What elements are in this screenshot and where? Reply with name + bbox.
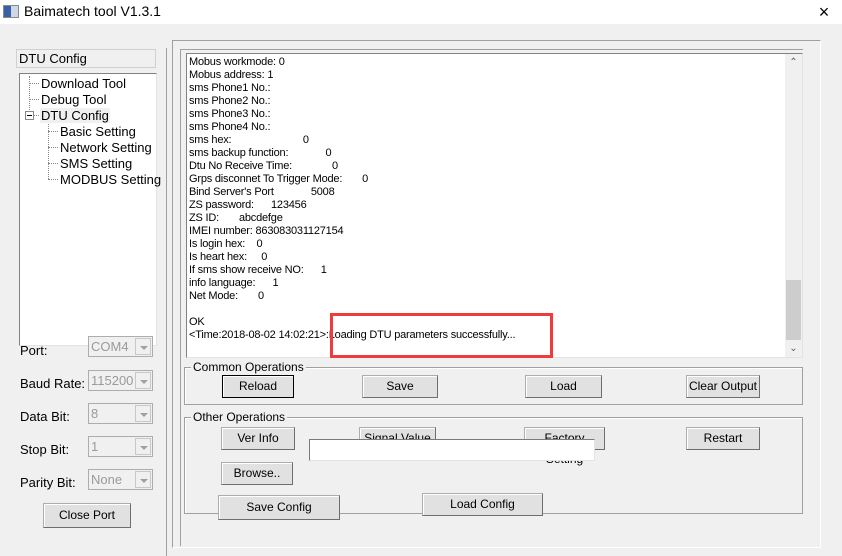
parity-bit-select[interactable]: None bbox=[88, 469, 153, 490]
tree-connector bbox=[48, 147, 58, 148]
baud-rate-label: Baud Rate: bbox=[20, 376, 86, 391]
output-line: Is login hex: 0 bbox=[189, 238, 263, 250]
other-operations-title: Other Operations bbox=[191, 410, 288, 424]
restart-button[interactable]: Restart bbox=[686, 427, 760, 450]
tree-item-modbus-setting[interactable]: MODBUS Setting bbox=[60, 172, 161, 187]
tree-item-network-setting[interactable]: Network Setting bbox=[60, 140, 152, 155]
navigation-tree[interactable]: Download Tool Debug Tool DTU Config Basi… bbox=[19, 73, 161, 346]
tree-item-debug-tool[interactable]: Debug Tool bbox=[41, 92, 107, 107]
output-line: Grps disconnet To Trigger Mode: 0 bbox=[189, 173, 369, 185]
chevron-down-icon[interactable] bbox=[135, 338, 151, 355]
output-line: IMEI number: 863083031127154 bbox=[189, 225, 344, 237]
tree-connector bbox=[48, 131, 58, 132]
close-port-button[interactable]: Close Port bbox=[43, 503, 131, 528]
stop-bit-label: Stop Bit: bbox=[20, 442, 70, 457]
tree-connector bbox=[29, 99, 39, 100]
port-label: Port: bbox=[20, 343, 48, 358]
stop-bit-value: 1 bbox=[91, 439, 99, 454]
output-line: sms hex: 0 bbox=[189, 134, 309, 146]
output-line: sms Phone3 No.: bbox=[189, 108, 271, 120]
output-line: Net Mode: 0 bbox=[189, 290, 264, 302]
tree-item-download-tool[interactable]: Download Tool bbox=[41, 76, 126, 91]
data-bit-value: 8 bbox=[91, 406, 99, 421]
output-line: Mobus workmode: 0 bbox=[189, 56, 285, 68]
chevron-down-icon[interactable] bbox=[135, 471, 151, 488]
output-line: sms Phone4 No.: bbox=[189, 121, 271, 133]
tree-connector bbox=[29, 76, 30, 110]
output-line: Is heart hex: 0 bbox=[189, 251, 268, 263]
baud-rate-value: 115200 bbox=[91, 373, 134, 388]
highlight-annotation bbox=[330, 313, 553, 358]
tree-item-dtu-config[interactable]: DTU Config bbox=[40, 108, 110, 123]
scroll-down-icon[interactable]: ⌄ bbox=[785, 340, 802, 357]
scroll-thumb[interactable] bbox=[786, 280, 801, 340]
output-line: ZS password: 123456 bbox=[189, 199, 307, 211]
browse-button[interactable]: Browse.. bbox=[221, 462, 293, 485]
load-config-button[interactable]: Load Config bbox=[422, 493, 543, 516]
divider bbox=[166, 48, 167, 556]
sidebar-tab-dtu-config[interactable]: DTU Config bbox=[16, 49, 156, 68]
port-value: COM4 bbox=[91, 339, 129, 354]
tree-connector bbox=[48, 163, 58, 164]
save-button[interactable]: Save bbox=[362, 375, 438, 398]
app-icon bbox=[3, 5, 19, 18]
load-button[interactable]: Load bbox=[525, 375, 602, 398]
tree-connector bbox=[48, 179, 58, 180]
output-line: Bind Server's Port 5008 bbox=[189, 186, 335, 198]
chevron-down-icon[interactable] bbox=[135, 372, 151, 389]
config-path-input[interactable] bbox=[309, 439, 595, 461]
common-operations-title: Common Operations bbox=[191, 360, 306, 374]
chevron-down-icon[interactable] bbox=[135, 405, 151, 422]
output-line: ZS ID: abcdefge bbox=[189, 212, 283, 224]
parity-bit-value: None bbox=[91, 472, 123, 487]
parity-bit-label: Parity Bit: bbox=[20, 475, 76, 490]
output-log-text: Mobus workmode: 0 Mobus address: 1 sms Pho… bbox=[189, 56, 516, 342]
window-title: Baimatech tool V1.3.1 bbox=[24, 3, 161, 19]
output-line: sms Phone2 No.: bbox=[189, 95, 271, 107]
tree-item-sms-setting[interactable]: SMS Setting bbox=[60, 156, 132, 171]
output-line: info language: 1 bbox=[189, 277, 279, 289]
reload-button[interactable]: Reload bbox=[222, 375, 294, 398]
tree-connector bbox=[48, 121, 49, 179]
output-scrollbar[interactable]: ⌃ ⌄ bbox=[785, 54, 802, 357]
output-line: sms backup function: 0 bbox=[189, 147, 332, 159]
save-config-button[interactable]: Save Config bbox=[218, 495, 340, 520]
collapse-icon[interactable] bbox=[25, 111, 34, 120]
tree-item-basic-setting[interactable]: Basic Setting bbox=[60, 124, 136, 139]
scroll-up-icon[interactable]: ⌃ bbox=[785, 54, 802, 71]
title-bar: Baimatech tool V1.3.1 × bbox=[0, 0, 842, 24]
baud-rate-select[interactable]: 115200 bbox=[88, 370, 153, 391]
clear-output-button[interactable]: Clear Output bbox=[686, 375, 760, 398]
output-line: Mobus address: 1 bbox=[189, 69, 274, 81]
port-select[interactable]: COM4 bbox=[88, 336, 153, 357]
data-bit-label: Data Bit: bbox=[20, 409, 70, 424]
output-line: If sms show receive NO: 1 bbox=[189, 264, 327, 276]
data-bit-select[interactable]: 8 bbox=[88, 403, 153, 424]
close-icon[interactable]: × bbox=[814, 2, 834, 22]
output-line: sms Phone1 No.: bbox=[189, 82, 271, 94]
stop-bit-select[interactable]: 1 bbox=[88, 436, 153, 457]
output-line: Dtu No Receive Time: 0 bbox=[189, 160, 338, 172]
chevron-down-icon[interactable] bbox=[135, 438, 151, 455]
client-area: DTU Config Download Tool Debug Tool DTU … bbox=[0, 24, 842, 556]
ver-info-button[interactable]: Ver Info bbox=[221, 427, 295, 450]
tree-connector bbox=[34, 115, 39, 116]
tree-connector bbox=[29, 83, 39, 84]
